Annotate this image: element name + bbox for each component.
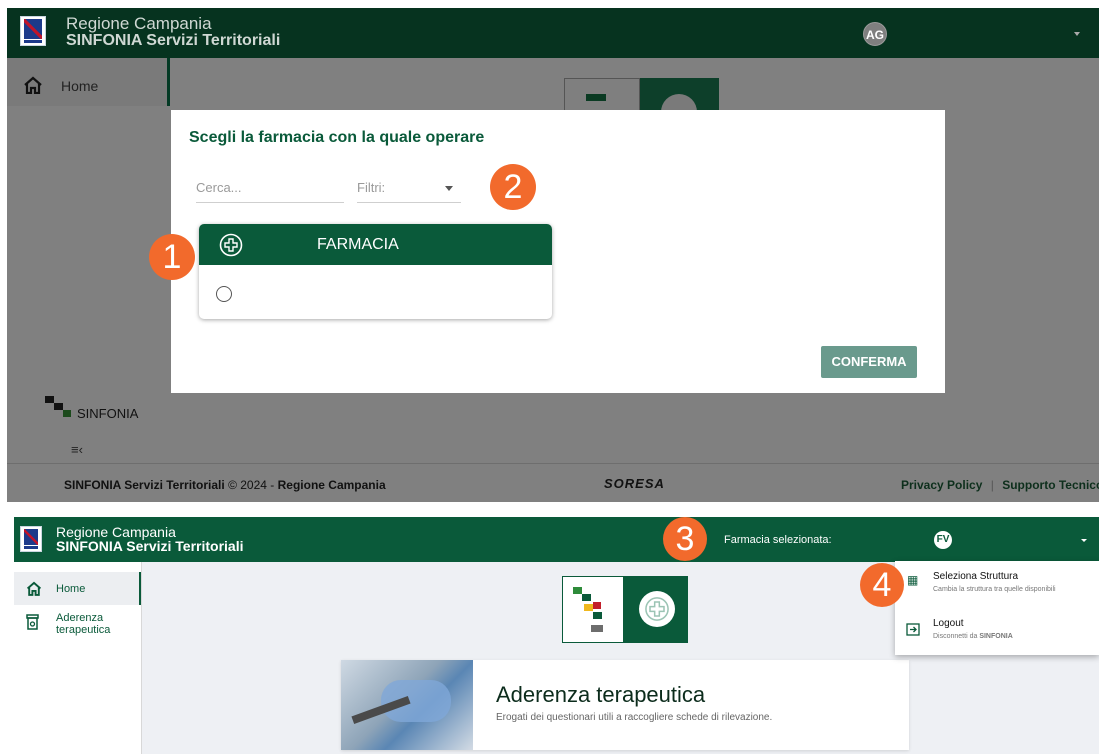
sinfonia-logo-text: SINFONIA <box>77 406 139 421</box>
panel-farmacia-dialog: Regione Campania SINFONIA Servizi Territ… <box>7 8 1099 502</box>
panel-home-menu: Regione Campania SINFONIA Servizi Territ… <box>14 517 1099 754</box>
app-tile-aderenza[interactable] <box>562 576 688 643</box>
user-menu-caret-icon[interactable] <box>1081 539 1087 542</box>
sidebar: Home Aderenza terapeutica <box>14 562 142 754</box>
search-input[interactable]: Cerca... <box>196 175 344 203</box>
privacy-link[interactable]: Privacy Policy <box>901 478 982 492</box>
farmacia-card-title: FARMACIA <box>317 236 399 253</box>
top-header: Regione Campania SINFONIA Servizi Territ… <box>14 517 1099 562</box>
annotation-badge-2: 2 <box>490 164 536 210</box>
annotation-badge-3: 3 <box>663 517 707 561</box>
user-avatar[interactable]: FV <box>934 531 952 549</box>
sidebar-item-home[interactable]: Home <box>7 58 170 106</box>
pharmacy-cross-icon <box>219 233 243 257</box>
sidebar-item-home[interactable]: Home <box>14 572 142 605</box>
building-icon: ▦ <box>907 573 919 587</box>
annotation-badge-4: 4 <box>860 563 904 607</box>
app-title: SINFONIA Servizi Territoriali <box>56 538 244 554</box>
sinfonia-logo <box>562 576 624 643</box>
regione-campania-logo <box>20 526 42 552</box>
aderenza-card-title: Aderenza terapeutica <box>496 682 706 707</box>
footer-copyright: SINFONIA Servizi Territoriali © 2024 - R… <box>64 478 386 492</box>
annotation-badge-1: 1 <box>149 234 195 280</box>
chevron-down-icon <box>445 186 453 191</box>
sidebar-item-label: Home <box>56 583 86 595</box>
sidebar-item-label: Aderenza terapeutica <box>56 612 111 636</box>
user-dropdown-menu: ▦ Seleziona Struttura Cambia la struttur… <box>895 561 1099 655</box>
farmacia-card[interactable]: FARMACIA <box>199 224 552 319</box>
dialog-title: Scegli la farmacia con la quale operare <box>189 129 485 146</box>
pharmacy-cross-icon <box>645 597 669 621</box>
aderenza-card-subtitle: Erogati dei questionari utili a raccogli… <box>496 712 773 723</box>
aderenza-card[interactable]: Aderenza terapeutica Erogati dei questio… <box>341 660 909 750</box>
menu-item-seleziona-struttura[interactable]: ▦ Seleziona Struttura Cambia la struttur… <box>895 568 1099 604</box>
select-farmacia-dialog: Scegli la farmacia con la quale operare … <box>171 110 945 393</box>
farmacia-radio[interactable] <box>216 286 232 302</box>
user-menu-caret-icon[interactable] <box>1074 32 1080 36</box>
sidebar-brand: SINFONIA ≡‹ <box>7 390 152 460</box>
pill-bottle-icon <box>26 614 39 630</box>
selected-farmacia-label: Farmacia selezionata: <box>724 534 832 546</box>
aderenza-card-image <box>341 660 473 750</box>
soresa-logo: SORESA <box>604 476 665 491</box>
menu-item-logout[interactable]: Logout Disconnetti da SINFONIA <box>895 616 1099 648</box>
sidebar-item-label: Home <box>61 78 99 94</box>
home-icon <box>26 581 42 596</box>
home-icon <box>24 76 42 94</box>
logout-icon <box>906 623 920 636</box>
app-title: SINFONIA Servizi Territoriali <box>66 32 281 49</box>
filter-select[interactable]: Filtri: <box>357 175 461 203</box>
support-link[interactable]: Supporto Tecnico <box>1002 478 1099 492</box>
confirm-button[interactable]: CONFERMA <box>821 346 917 378</box>
regione-campania-logo <box>20 16 46 46</box>
user-avatar[interactable]: AG <box>863 22 887 46</box>
footer: SINFONIA Servizi Territoriali © 2024 - R… <box>7 463 1099 502</box>
top-header: Regione Campania SINFONIA Servizi Territ… <box>7 8 1099 58</box>
region-title: Regione Campania <box>66 14 212 33</box>
farmacia-card-header: FARMACIA <box>199 224 552 265</box>
footer-links: Privacy Policy | Supporto Tecnico <box>901 478 1099 492</box>
collapse-menu-icon[interactable]: ≡‹ <box>71 442 83 457</box>
sidebar-item-aderenza[interactable]: Aderenza terapeutica <box>14 609 139 645</box>
